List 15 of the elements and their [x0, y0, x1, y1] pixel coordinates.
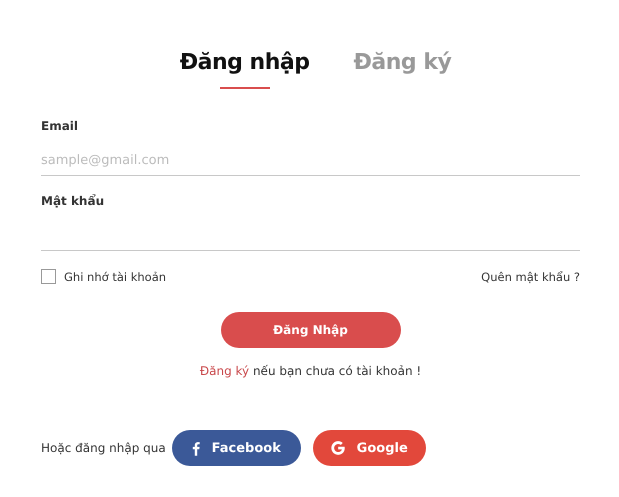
login-button[interactable]: Đăng Nhập [220, 312, 400, 348]
facebook-icon [192, 440, 200, 456]
remember-label: Ghi nhớ tài khoản [64, 270, 166, 284]
forgot-password-link[interactable]: Quên mật khẩu ? [481, 270, 580, 284]
tab[interactable]: Đăng ký [353, 44, 452, 89]
tab[interactable]: Đăng nhập [180, 44, 310, 89]
field-label: Mật khẩu [41, 194, 106, 208]
google-button[interactable]: Google [312, 430, 426, 466]
register-prompt: Đăng ký nếu bạn chưa có tài khoản ! [198, 364, 422, 378]
checkbox[interactable] [41, 269, 56, 284]
google-icon [330, 441, 345, 455]
facebook-button[interactable]: Facebook [172, 430, 301, 466]
social-login-label: Hoặc đăng nhập qua [41, 441, 166, 455]
field-label: Email [41, 119, 80, 133]
register-link[interactable]: Đăng ký [200, 364, 250, 378]
